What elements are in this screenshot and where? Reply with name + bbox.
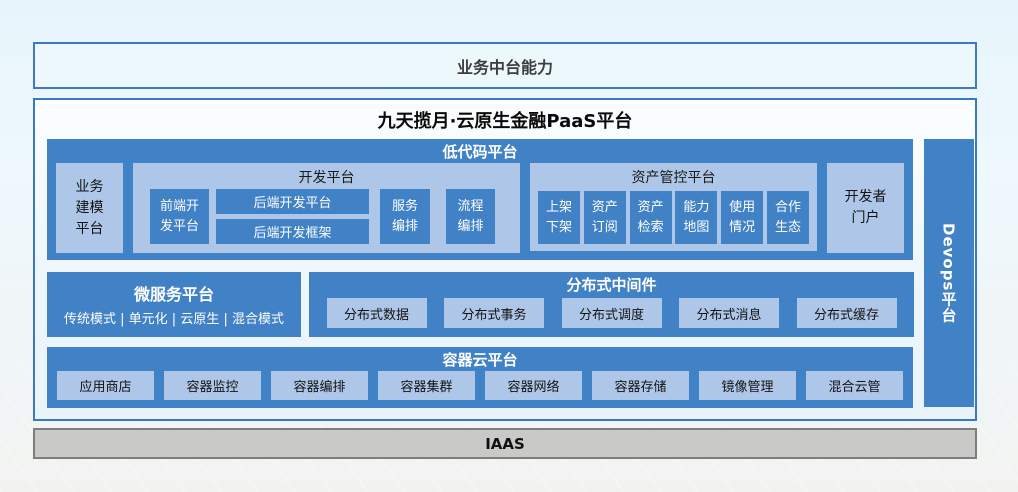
cloud-item-hybrid-cloud: 混合云管 [806,371,903,400]
backend-dev-platform-box: 后端开发平台 [216,189,369,214]
cloud-item-orchestration: 容器编排 [271,371,368,400]
cloud-item-label: 混合云管 [828,376,880,395]
backend-stack: 后端开发平台 后端开发框架 [216,189,369,244]
process-orchestration-label: 流程 编排 [457,197,483,236]
low-code-platform-title: 低代码平台 [47,141,913,162]
microservice-title: 微服务平台 [47,281,301,305]
asset-item-capability-map: 能力 地图 [675,191,717,244]
paas-platform-container: 九天揽月·云原生金融PaaS平台 低代码平台 业务 建模 平台 开发平台 前端开… [33,98,977,421]
banner-label: 业务中台能力 [457,54,553,78]
cloud-item-image-management: 镜像管理 [699,371,796,400]
asset-item-label: 能力 地图 [683,198,709,237]
middleware-item-label: 分布式缓存 [814,304,879,323]
asset-items-row: 上架 下架 资产 订阅 资产 检索 能力 地图 使用 情况 [538,191,809,244]
cloud-item-label: 应用商店 [79,376,131,395]
asset-item-label: 使用 情况 [729,198,755,237]
middleware-item-label: 分布式数据 [344,304,409,323]
developer-portal-label: 开发者 门户 [845,187,887,229]
cloud-item-label: 容器编排 [293,376,345,395]
microservice-modes: 传统模式 | 单元化 | 云原生 | 混合模式 [47,308,301,327]
devops-platform-bar: Devops平台 [924,139,974,407]
dev-platform-title: 开发平台 [133,167,520,187]
asset-item-label: 合作 生态 [775,198,801,237]
business-modeling-label: 业务 建模 平台 [76,177,104,240]
platform-title: 九天揽月·云原生金融PaaS平台 [35,107,975,133]
middleware-item-scheduling: 分布式调度 [562,298,662,328]
middleware-item-label: 分布式调度 [579,304,644,323]
backend-framework-label: 后端开发框架 [253,222,331,241]
devops-label: Devops平台 [939,223,960,323]
middleware-item-messaging: 分布式消息 [679,298,779,328]
asset-item-listing: 上架 下架 [538,191,580,244]
middleware-item-label: 分布式消息 [696,304,761,323]
cloud-item-network: 容器网络 [485,371,582,400]
service-orchestration-box: 服务 编排 [380,189,430,244]
asset-item-label: 资产 订阅 [592,198,618,237]
architecture-diagram: 业务中台能力 九天揽月·云原生金融PaaS平台 低代码平台 业务 建模 平台 开… [0,0,1018,492]
cloud-item-label: 容器监控 [186,376,238,395]
frontend-dev-label: 前端开 发平台 [160,197,199,236]
middleware-item-cache: 分布式缓存 [797,298,897,328]
business-modeling-platform-box: 业务 建模 平台 [56,163,123,253]
middleware-title: 分布式中间件 [309,274,914,295]
business-middle-platform-banner: 业务中台能力 [33,42,977,89]
dev-platform-group: 开发平台 前端开 发平台 后端开发平台 后端开发框架 服务 编排 流程 编排 [133,163,520,253]
iaas-bar: IAAS [33,428,977,459]
backend-platform-label: 后端开发平台 [253,192,331,211]
asset-item-ecosystem: 合作 生态 [767,191,809,244]
process-orchestration-box: 流程 编排 [446,189,495,244]
backend-dev-framework-box: 后端开发框架 [216,219,369,244]
cloud-item-app-store: 应用商店 [57,371,154,400]
asset-control-platform-group: 资产管控平台 上架 下架 资产 订阅 资产 检索 能力 地图 使 [530,163,817,251]
asset-item-label: 上架 下架 [546,198,572,237]
container-cloud-items-row: 应用商店 容器监控 容器编排 容器集群 容器网络 容器存储 镜像 [47,371,913,400]
cloud-item-label: 容器网络 [507,376,559,395]
cloud-item-label: 镜像管理 [721,376,773,395]
asset-item-subscription: 资产 订阅 [584,191,626,244]
cloud-item-label: 容器存储 [614,376,666,395]
container-cloud-title: 容器云平台 [47,349,913,370]
middleware-item-transaction: 分布式事务 [444,298,544,328]
low-code-platform-block: 低代码平台 业务 建模 平台 开发平台 前端开 发平台 后端开发平台 后端开发框… [47,139,913,260]
microservice-platform-block: 微服务平台 传统模式 | 单元化 | 云原生 | 混合模式 [47,272,301,337]
developer-portal-box: 开发者 门户 [827,163,904,253]
middleware-item-data: 分布式数据 [327,298,427,328]
service-orchestration-label: 服务 编排 [392,197,418,236]
middleware-item-label: 分布式事务 [461,304,526,323]
container-cloud-platform-block: 容器云平台 应用商店 容器监控 容器编排 容器集群 容器网络 容器存 [47,347,913,408]
iaas-label: IAAS [485,435,525,453]
middleware-items-row: 分布式数据 分布式事务 分布式调度 分布式消息 分布式缓存 [309,298,914,328]
cloud-item-storage: 容器存储 [592,371,689,400]
distributed-middleware-block: 分布式中间件 分布式数据 分布式事务 分布式调度 分布式消息 分布式缓存 [309,272,914,337]
frontend-dev-platform-box: 前端开 发平台 [150,189,209,244]
asset-item-usage: 使用 情况 [721,191,763,244]
asset-item-retrieval: 资产 检索 [630,191,672,244]
asset-platform-title: 资产管控平台 [530,167,817,187]
asset-item-label: 资产 检索 [638,198,664,237]
cloud-item-monitoring: 容器监控 [164,371,261,400]
cloud-item-cluster: 容器集群 [378,371,475,400]
cloud-item-label: 容器集群 [400,376,452,395]
